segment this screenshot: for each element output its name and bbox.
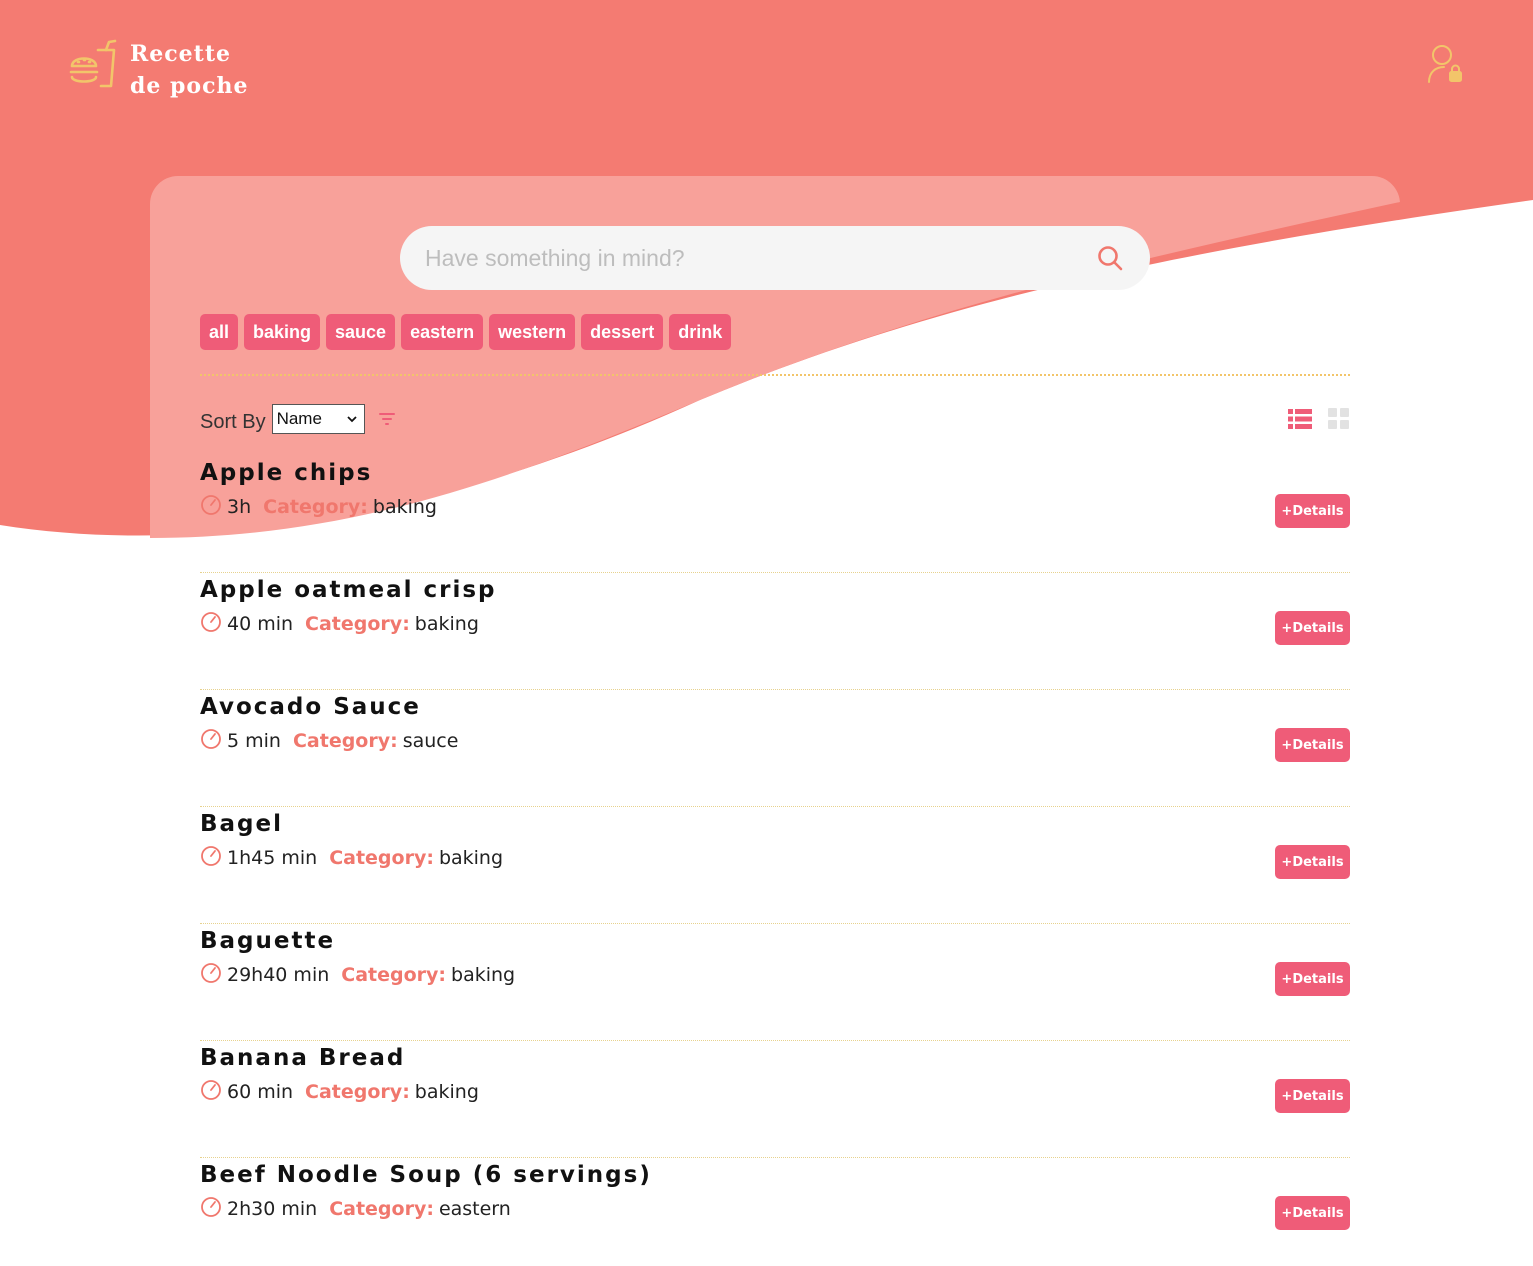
recipe-category: baking [438, 847, 504, 869]
recipe-meta: 29h40 min Category: baking [200, 963, 516, 986]
recipe-category: baking [451, 964, 516, 986]
search-input[interactable] [400, 226, 1080, 290]
recipe-meta: 40 min Category: baking [200, 612, 479, 635]
recipe-item: Banana Bread 60 min Category: baking +De… [200, 1041, 1350, 1158]
brand-name: Recette de poche [130, 38, 248, 102]
recipe-list: Apple chips 3h Category: baking +Details… [200, 456, 1350, 1266]
recipe-title[interactable]: Banana Bread [200, 1045, 405, 1071]
recipe-time: 60 min [227, 1081, 294, 1103]
sort-select[interactable]: Name [271, 404, 365, 434]
recipe-item: Avocado Sauce 5 min Category: sauce +Det… [200, 690, 1350, 807]
clock-icon [201, 495, 221, 515]
food-combo-icon [69, 39, 117, 88]
clock-icon [201, 1080, 221, 1100]
filter-icon[interactable] [377, 409, 397, 429]
view-toggle [1288, 408, 1350, 430]
category-label: Category: [329, 847, 434, 869]
search-button[interactable] [1080, 226, 1140, 290]
filter-chip-western[interactable]: western [489, 314, 576, 350]
recipe-title[interactable]: Apple chips [200, 460, 372, 486]
details-button[interactable]: +Details [1275, 1196, 1350, 1230]
details-button[interactable]: +Details [1275, 962, 1350, 996]
clock-icon [201, 612, 221, 632]
recipe-time: 1h45 min [227, 847, 318, 869]
search-icon [1098, 246, 1123, 271]
recipe-title[interactable]: Apple oatmeal crisp [200, 577, 497, 603]
recipe-time: 5 min [227, 730, 281, 752]
recipe-meta: 60 min Category: baking [200, 1080, 479, 1103]
category-label: Category: [329, 1198, 434, 1220]
recipe-item: Bagel 1h45 min Category: baking +Details [200, 807, 1350, 924]
filter-chip-baking[interactable]: baking [244, 314, 321, 350]
category-label: Category: [292, 730, 398, 752]
recipe-category: baking [414, 1081, 479, 1103]
page: Recette de poche all baking sauce easter [0, 0, 1533, 1266]
sort-bar: Sort By Name [200, 402, 1350, 436]
chevron-down-icon [346, 416, 357, 423]
details-button[interactable]: +Details [1275, 494, 1350, 528]
details-button[interactable]: +Details [1275, 1079, 1350, 1113]
recipe-item: Baguette 29h40 min Category: baking +Det… [200, 924, 1350, 1041]
recipe-title[interactable]: Bagel [200, 811, 283, 837]
details-button[interactable]: +Details [1275, 728, 1350, 762]
brand-line-2: de poche [130, 73, 249, 99]
clock-icon [201, 1197, 221, 1217]
list-view-icon[interactable] [1288, 409, 1312, 429]
recipe-category: sauce [402, 730, 459, 752]
details-button[interactable]: +Details [1275, 611, 1350, 645]
recipe-meta: 5 min Category: sauce [200, 729, 459, 752]
recipe-item: Apple oatmeal crisp 40 min Category: bak… [200, 573, 1350, 690]
sort-label: Sort By [200, 410, 266, 433]
recipe-title[interactable]: Baguette [200, 928, 335, 954]
divider [200, 374, 1350, 376]
category-label: Category: [263, 496, 368, 518]
recipe-item: Beef Noodle Soup (6 servings) 2h30 min C… [200, 1158, 1350, 1266]
recipe-category: eastern [438, 1198, 511, 1220]
clock-icon [201, 846, 221, 866]
recipe-title[interactable]: Beef Noodle Soup (6 servings) [200, 1162, 652, 1188]
filter-chip-sauce[interactable]: sauce [326, 314, 396, 350]
sort-selected-value: Name [276, 409, 322, 428]
recipe-item: Apple chips 3h Category: baking +Details [200, 456, 1350, 573]
recipe-time: 40 min [227, 613, 294, 635]
search-bar [400, 226, 1150, 290]
recipe-meta: 2h30 min Category: eastern [200, 1197, 511, 1220]
recipe-meta: 1h45 min Category: baking [200, 846, 504, 869]
category-filters: all baking sauce eastern western dessert… [200, 314, 732, 350]
grid-view-icon[interactable] [1328, 408, 1350, 430]
user-lock-icon[interactable] [1426, 42, 1466, 86]
clock-icon [201, 963, 221, 983]
recipe-time: 3h [227, 496, 252, 518]
recipe-meta: 3h Category: baking [200, 495, 437, 518]
category-label: Category: [305, 1081, 410, 1103]
details-button[interactable]: +Details [1275, 845, 1350, 879]
category-label: Category: [341, 964, 447, 986]
brand-logo[interactable]: Recette de poche [68, 38, 248, 102]
recipe-title[interactable]: Avocado Sauce [200, 694, 421, 720]
filter-chip-all[interactable]: all [200, 314, 239, 350]
filter-chip-drink[interactable]: drink [669, 314, 732, 350]
recipe-time: 29h40 min [227, 964, 330, 986]
recipe-category: baking [414, 613, 479, 635]
clock-icon [201, 729, 221, 749]
recipe-category: baking [372, 496, 437, 518]
brand-line-1: Recette [130, 41, 231, 67]
filter-chip-dessert[interactable]: dessert [581, 314, 664, 350]
filter-chip-eastern[interactable]: eastern [401, 314, 484, 350]
category-label: Category: [305, 613, 410, 635]
recipe-time: 2h30 min [227, 1198, 318, 1220]
